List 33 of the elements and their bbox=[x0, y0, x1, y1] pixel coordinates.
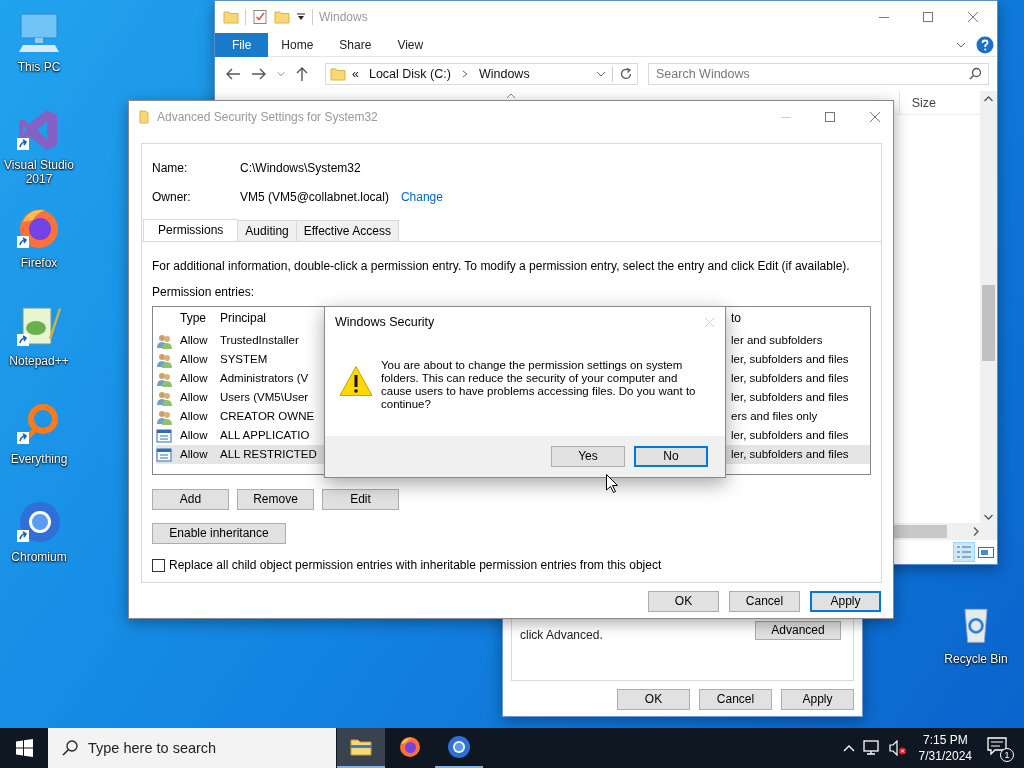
field-label: Name: bbox=[152, 160, 189, 177]
table-cell-text: SYSTEM bbox=[220, 351, 269, 367]
table-cell-text: Allow bbox=[180, 446, 209, 462]
table-cell-text: ler, subfolders and files bbox=[731, 389, 850, 405]
window-title: Windows bbox=[319, 9, 368, 26]
table-cell-text: Allow bbox=[180, 351, 209, 367]
table-cell-text: Users (VM5\User bbox=[220, 389, 310, 405]
table-cell-text: ler, subfolders and files bbox=[731, 370, 850, 386]
table-cell-text: ers and files only bbox=[731, 408, 819, 424]
table-cell-text: ler, subfolders and files bbox=[731, 427, 850, 443]
table-cell-text: ler, subfolders and files bbox=[731, 446, 850, 462]
dialog-title: Windows Security bbox=[335, 313, 435, 331]
table-cell-text: Allow bbox=[180, 427, 209, 443]
table-cell-text: CREATOR OWNE bbox=[220, 408, 316, 424]
field-value: C:\Windows\System32 bbox=[240, 160, 361, 177]
table-cell-text: ALL APPLICATIO bbox=[220, 427, 311, 443]
table-cell-text: Allow bbox=[180, 332, 209, 348]
window-title: Advanced Security Settings for System32 bbox=[157, 108, 378, 126]
table-cell-text: Allow bbox=[180, 408, 209, 424]
field-label: Owner: bbox=[152, 189, 192, 206]
field-value: VM5 (VM5@collabnet.local) bbox=[240, 189, 389, 206]
table-cell-text: Allow bbox=[180, 389, 209, 405]
message-text: You are about to change the permission settings on system folders. This can reduce the security of your computer and cause users to have problems accessing files. Do you want to continue? bbox=[381, 359, 697, 411]
table-cell-text: ler and subfolders bbox=[731, 332, 824, 348]
section-label: Permission entries: bbox=[152, 284, 256, 300]
info-text: For additional information, double-click a permission entry. To modify a permission entry, select the entry and click Edit (if available). bbox=[152, 258, 851, 274]
table-cell-text: ALL RESTRICTED bbox=[220, 446, 318, 462]
table-cell-text: TrustedInstaller bbox=[220, 332, 300, 348]
table-cell-text: Administrators (V bbox=[220, 370, 310, 386]
table-cell-text: Allow bbox=[180, 370, 209, 386]
help-text: click Advanced. bbox=[520, 627, 603, 644]
table-cell-text: ler, subfolders and files bbox=[731, 351, 850, 367]
notification-badge: 1 bbox=[1000, 748, 1014, 762]
